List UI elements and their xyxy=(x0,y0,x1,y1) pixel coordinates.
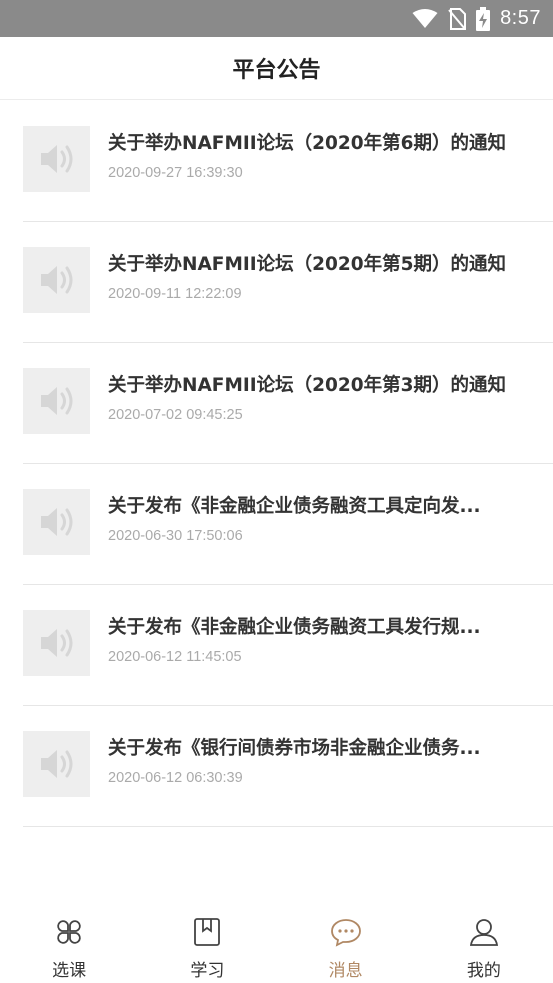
status-bar: 8:57 xyxy=(0,0,553,37)
speaker-icon xyxy=(40,508,72,536)
nav-label: 消息 xyxy=(328,961,363,981)
announcement-thumbnail xyxy=(23,368,90,434)
four-petal-icon xyxy=(57,920,81,944)
nav-label: 选课 xyxy=(52,961,87,981)
page-title: 平台公告 xyxy=(232,58,321,83)
nav-tab-messages[interactable]: 消息 xyxy=(277,903,415,983)
announcement-thumbnail xyxy=(23,126,90,192)
announcement-thumbnail xyxy=(23,610,90,676)
announcement-date: 2020-06-30 17:50:06 xyxy=(108,528,243,544)
announcement-title: 关于举办NAFMII论坛（2020年第5期）的通知 xyxy=(108,254,506,275)
announcement-title: 关于举办NAFMII论坛（2020年第6期）的通知 xyxy=(108,133,506,154)
speaker-icon xyxy=(40,387,72,415)
nav-tab-profile[interactable]: 我的 xyxy=(415,903,553,983)
list-item[interactable]: 关于发布《银行间债券市场非金融企业债务... 2020-06-12 06:30:… xyxy=(0,706,553,827)
announcement-title: 关于发布《银行间债券市场非金融企业债务... xyxy=(108,738,481,759)
speaker-icon xyxy=(40,629,72,657)
announcement-title: 关于发布《非金融企业债务融资工具发行规... xyxy=(108,617,481,638)
nav-label: 学习 xyxy=(190,961,225,981)
announcement-date: 2020-09-27 16:39:30 xyxy=(108,165,243,181)
announcement-thumbnail xyxy=(23,489,90,555)
announcement-date: 2020-06-12 11:45:05 xyxy=(108,649,242,665)
list-item[interactable]: 关于发布《非金融企业债务融资工具定向发... 2020-06-30 17:50:… xyxy=(0,464,553,585)
nav-tab-courses[interactable]: 选课 xyxy=(0,903,138,983)
status-time: 8:57 xyxy=(500,7,541,29)
chat-bubble-icon xyxy=(330,919,361,947)
no-sim-icon xyxy=(448,7,467,30)
nav-label: 我的 xyxy=(466,961,501,981)
announcement-thumbnail xyxy=(23,247,90,313)
bookmark-book-icon xyxy=(194,918,221,946)
list-item[interactable]: 关于举办NAFMII论坛（2020年第3期）的通知 2020-07-02 09:… xyxy=(0,343,553,464)
page-header: 平台公告 xyxy=(0,37,553,100)
person-icon xyxy=(469,919,498,946)
announcement-list: 关于举办NAFMII论坛（2020年第6期）的通知 2020-09-27 16:… xyxy=(0,101,553,827)
speaker-icon xyxy=(40,145,72,173)
announcement-date: 2020-07-02 09:45:25 xyxy=(108,407,243,423)
nav-tab-study[interactable]: 学习 xyxy=(138,903,276,983)
announcement-title: 关于发布《非金融企业债务融资工具定向发... xyxy=(108,496,481,517)
speaker-icon xyxy=(40,750,72,778)
announcement-title: 关于举办NAFMII论坛（2020年第3期）的通知 xyxy=(108,375,506,396)
list-item[interactable]: 关于举办NAFMII论坛（2020年第6期）的通知 2020-09-27 16:… xyxy=(0,101,553,222)
list-item[interactable]: 关于举办NAFMII论坛（2020年第5期）的通知 2020-09-11 12:… xyxy=(0,222,553,343)
announcement-date: 2020-09-11 12:22:09 xyxy=(108,286,242,302)
bottom-nav: 选课 学习 消息 我的 xyxy=(0,903,553,983)
speaker-icon xyxy=(40,266,72,294)
announcement-thumbnail xyxy=(23,731,90,797)
divider xyxy=(23,826,553,827)
list-item[interactable]: 关于发布《非金融企业债务融资工具发行规... 2020-06-12 11:45:… xyxy=(0,585,553,706)
wifi-icon xyxy=(412,8,438,28)
announcement-date: 2020-06-12 06:30:39 xyxy=(108,770,243,786)
battery-charging-icon xyxy=(476,6,491,31)
